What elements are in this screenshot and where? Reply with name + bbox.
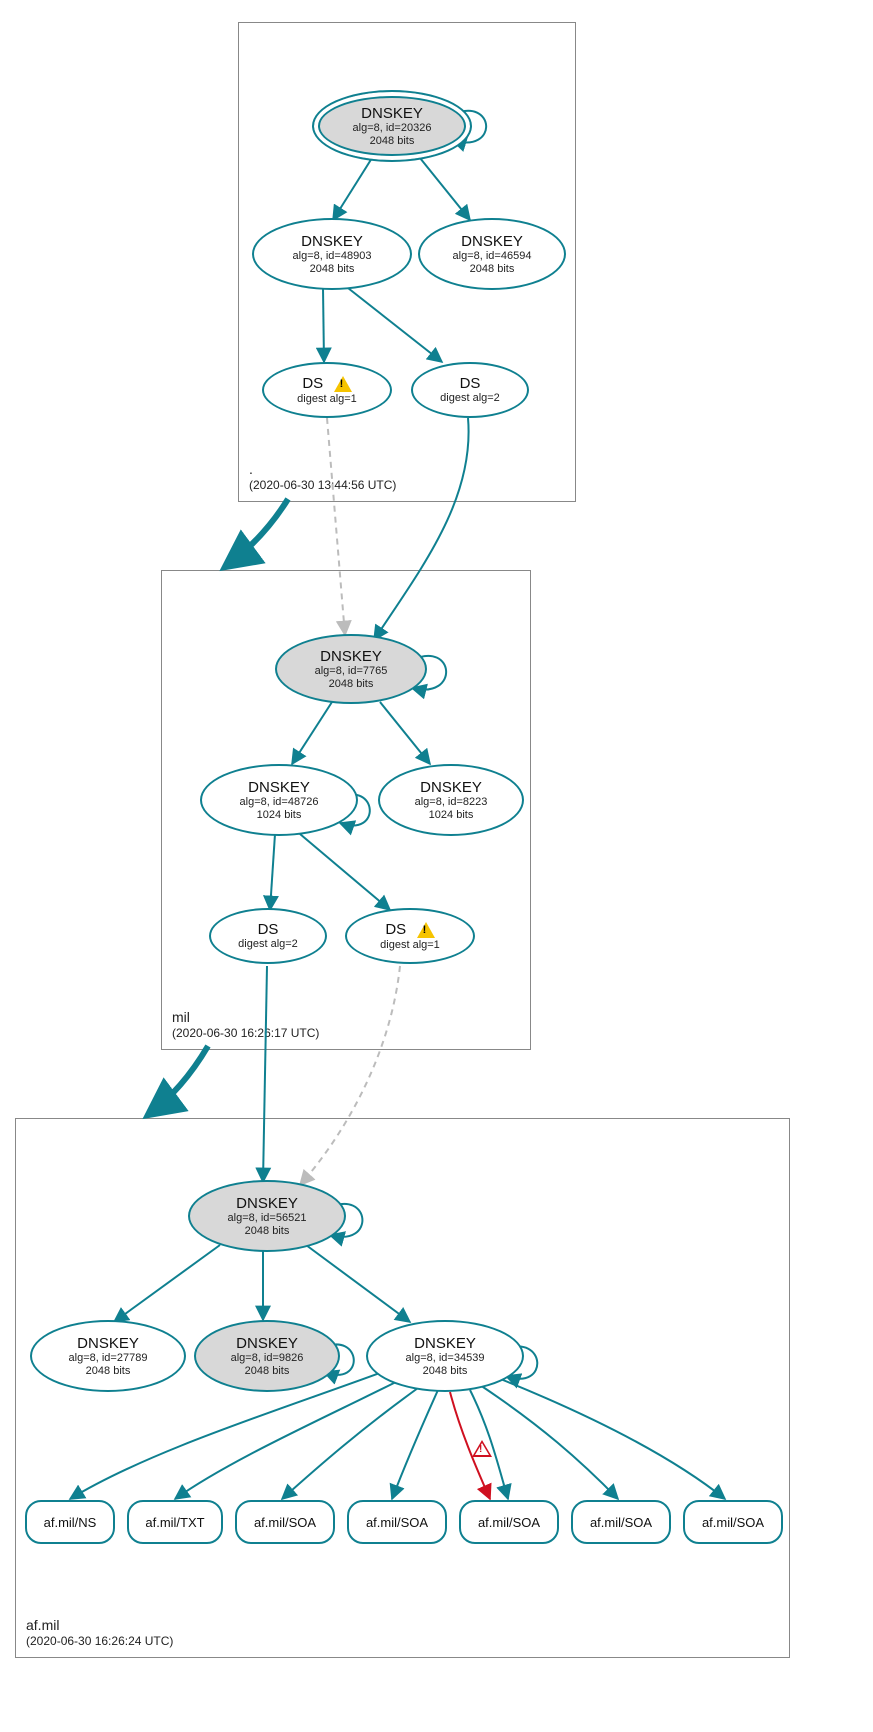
node-det: 2048 bits: [245, 1365, 290, 1377]
node-root-ds1[interactable]: DS digest alg=1: [262, 362, 392, 418]
node-det: 2048 bits: [86, 1365, 131, 1377]
node-title: DNSKEY: [248, 779, 310, 796]
node-af-zsk3[interactable]: DNSKEY alg=8, id=34539 2048 bits: [366, 1320, 524, 1392]
warning-icon: [334, 376, 352, 392]
node-title: DNSKEY: [361, 105, 423, 122]
node-mil-ds2[interactable]: DS digest alg=1: [345, 908, 475, 964]
node-mil-zsk2[interactable]: DNSKEY alg=8, id=8223 1024 bits: [378, 764, 524, 836]
node-rr-soa[interactable]: af.mil/SOA: [459, 1500, 559, 1544]
node-title: DS: [302, 375, 323, 392]
node-det: digest alg=2: [440, 392, 500, 404]
zone-mil-name: mil: [172, 1009, 319, 1027]
node-det: 2048 bits: [245, 1225, 290, 1237]
zone-root-name: .: [249, 461, 396, 479]
warning-icon: [417, 922, 435, 938]
node-det: digest alg=2: [238, 938, 298, 950]
node-det: alg=8, id=56521: [228, 1212, 307, 1224]
node-det: digest alg=1: [297, 393, 357, 405]
node-title: DNSKEY: [420, 779, 482, 796]
node-root-zsk2[interactable]: DNSKEY alg=8, id=46594 2048 bits: [418, 218, 566, 290]
zone-afmil-name: af.mil: [26, 1617, 173, 1635]
node-root-ds2[interactable]: DS digest alg=2: [411, 362, 529, 418]
node-title: af.mil/SOA: [590, 1515, 652, 1530]
error-icon: [472, 1440, 492, 1462]
node-det: alg=8, id=20326: [353, 122, 432, 134]
node-title: DNSKEY: [414, 1335, 476, 1352]
node-af-ksk[interactable]: DNSKEY alg=8, id=56521 2048 bits: [188, 1180, 346, 1252]
node-det: alg=8, id=8223: [415, 796, 488, 808]
node-det: 2048 bits: [329, 678, 374, 690]
node-det: 1024 bits: [257, 809, 302, 821]
zone-mil-ts: (2020-06-30 16:26:17 UTC): [172, 1026, 319, 1041]
node-det: alg=8, id=7765: [315, 665, 388, 677]
node-af-zsk1[interactable]: DNSKEY alg=8, id=27789 2048 bits: [30, 1320, 186, 1392]
node-det: 2048 bits: [370, 135, 415, 147]
node-rr-soa[interactable]: af.mil/SOA: [683, 1500, 783, 1544]
node-rr-ns[interactable]: af.mil/NS: [25, 1500, 115, 1544]
node-title: af.mil/SOA: [702, 1515, 764, 1530]
node-title: af.mil/SOA: [478, 1515, 540, 1530]
node-mil-zsk1[interactable]: DNSKEY alg=8, id=48726 1024 bits: [200, 764, 358, 836]
node-det: alg=8, id=46594: [453, 250, 532, 262]
node-det: 2048 bits: [470, 263, 515, 275]
node-det: 1024 bits: [429, 809, 474, 821]
node-title: DNSKEY: [77, 1335, 139, 1352]
node-title: DNSKEY: [461, 233, 523, 250]
node-det: alg=8, id=48726: [240, 796, 319, 808]
node-title: DNSKEY: [320, 648, 382, 665]
node-mil-ksk[interactable]: DNSKEY alg=8, id=7765 2048 bits: [275, 634, 427, 704]
node-root-zsk1[interactable]: DNSKEY alg=8, id=48903 2048 bits: [252, 218, 412, 290]
node-rr-txt[interactable]: af.mil/TXT: [127, 1500, 223, 1544]
node-rr-soa[interactable]: af.mil/SOA: [235, 1500, 335, 1544]
node-title: DS: [460, 375, 481, 392]
node-mil-ds1[interactable]: DS digest alg=2: [209, 908, 327, 964]
node-title: af.mil/TXT: [145, 1515, 204, 1530]
zone-root-ts: (2020-06-30 13:44:56 UTC): [249, 478, 396, 493]
node-title: af.mil/NS: [44, 1515, 97, 1530]
node-det: alg=8, id=48903: [293, 250, 372, 262]
node-title: DNSKEY: [236, 1195, 298, 1212]
node-det: 2048 bits: [423, 1365, 468, 1377]
node-title: DS: [258, 921, 279, 938]
node-title: af.mil/SOA: [366, 1515, 428, 1530]
node-det: digest alg=1: [380, 939, 440, 951]
node-rr-soa[interactable]: af.mil/SOA: [571, 1500, 671, 1544]
node-title: DNSKEY: [236, 1335, 298, 1352]
node-det: alg=8, id=27789: [69, 1352, 148, 1364]
node-det: alg=8, id=34539: [406, 1352, 485, 1364]
zone-afmil-ts: (2020-06-30 16:26:24 UTC): [26, 1634, 173, 1649]
node-title: DS: [385, 921, 406, 938]
node-title: af.mil/SOA: [254, 1515, 316, 1530]
node-rr-soa[interactable]: af.mil/SOA: [347, 1500, 447, 1544]
node-det: 2048 bits: [310, 263, 355, 275]
node-det: alg=8, id=9826: [231, 1352, 304, 1364]
node-root-ksk[interactable]: DNSKEY alg=8, id=20326 2048 bits: [312, 90, 472, 162]
node-title: DNSKEY: [301, 233, 363, 250]
node-af-zsk2[interactable]: DNSKEY alg=8, id=9826 2048 bits: [194, 1320, 340, 1392]
